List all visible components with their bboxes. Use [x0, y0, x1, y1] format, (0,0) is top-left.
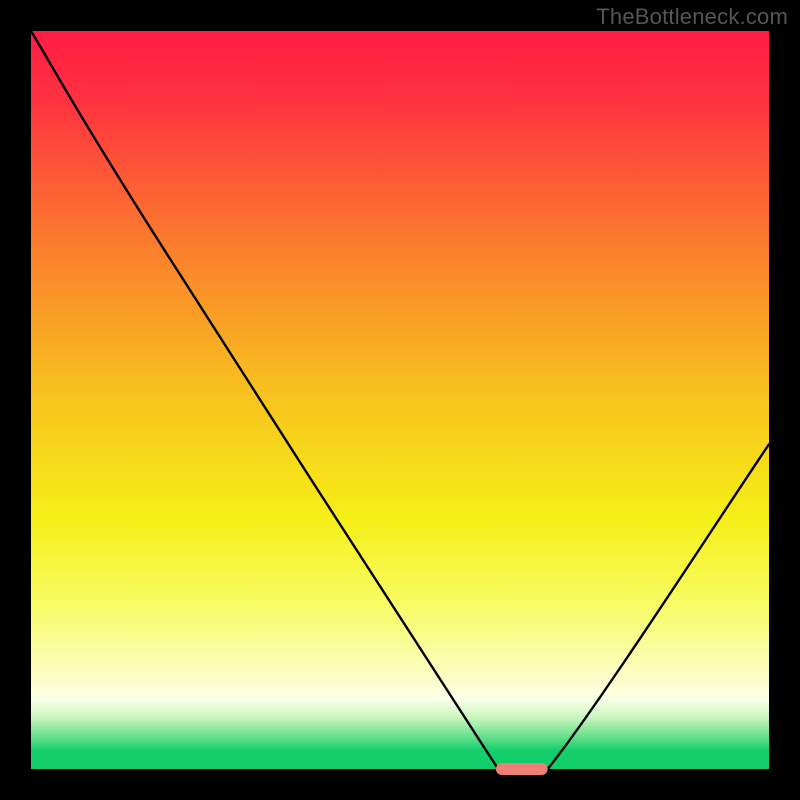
watermark-label: TheBottleneck.com [596, 4, 788, 30]
optimal-marker [496, 763, 548, 775]
bottleneck-chart [0, 0, 800, 800]
gradient-background [31, 31, 769, 769]
chart-frame: TheBottleneck.com [0, 0, 800, 800]
